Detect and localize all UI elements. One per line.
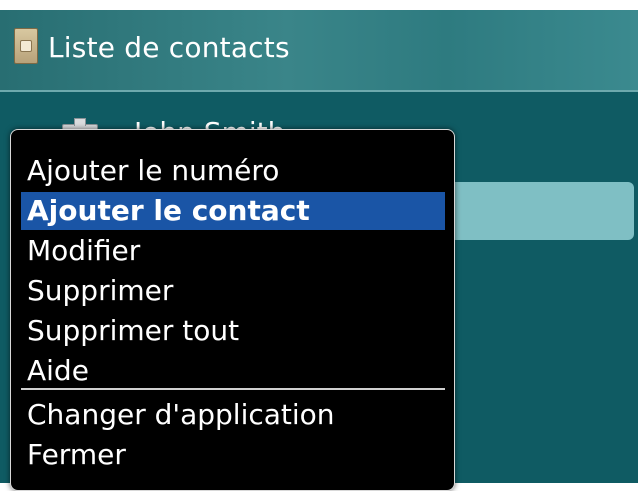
menu-item-add-contact[interactable]: Ajouter le contact xyxy=(21,192,445,230)
menu-item-delete-all[interactable]: Supprimer tout xyxy=(21,312,445,350)
menu-item-edit[interactable]: Modifier xyxy=(21,232,445,270)
context-menu: Ajouter le numéro Ajouter le contact Mod… xyxy=(10,129,455,491)
address-book-icon xyxy=(14,28,38,64)
title-bar: Liste de contacts xyxy=(0,10,638,92)
menu-item-help[interactable]: Aide xyxy=(21,352,445,390)
menu-item-delete[interactable]: Supprimer xyxy=(21,272,445,310)
person-icon xyxy=(20,40,32,52)
menu-item-add-number[interactable]: Ajouter le numéro xyxy=(21,152,445,190)
menu-item-switch-application[interactable]: Changer d'application xyxy=(21,396,445,434)
menu-separator xyxy=(21,388,445,390)
app-title: Liste de contacts xyxy=(48,31,290,64)
menu-item-close[interactable]: Fermer xyxy=(21,436,445,474)
